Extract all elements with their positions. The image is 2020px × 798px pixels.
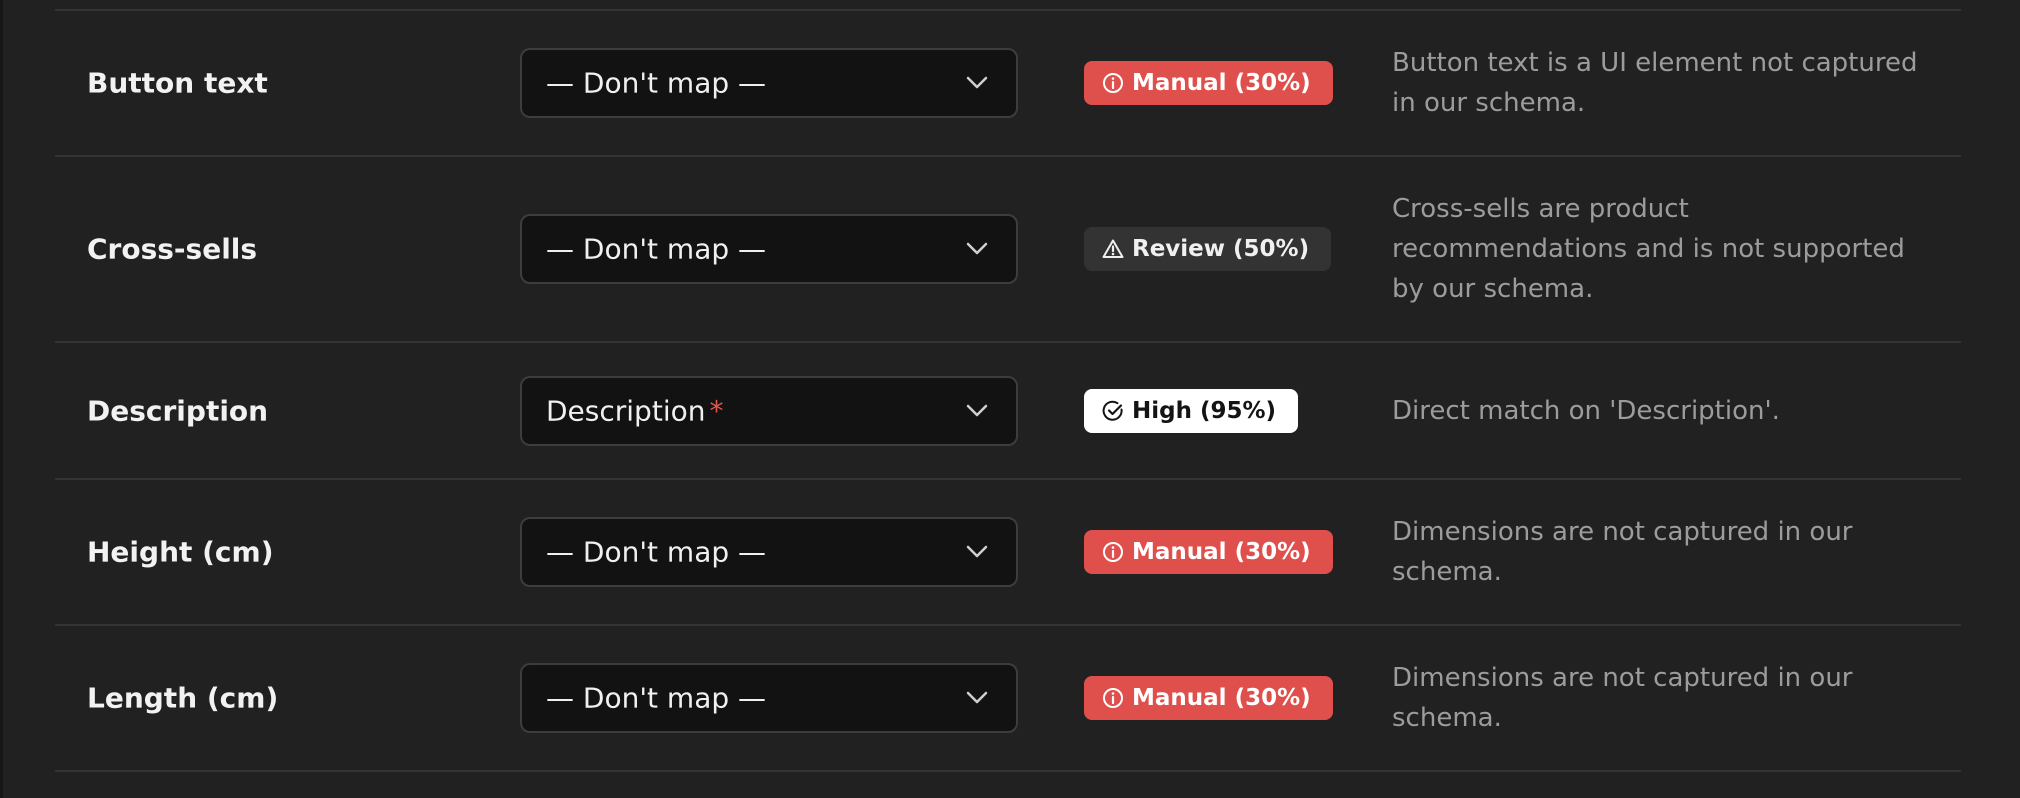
source-field-label: Cross-sells [87,232,258,266]
row-divider [55,770,1961,772]
warning-triangle-icon [1102,239,1124,258]
chevron-down-icon [966,404,988,416]
confidence-badge: Review (50%) [1084,227,1332,271]
table-row: Height (cm) — Don't map — Manual (30%) D… [55,479,1961,625]
mapping-reason: Direct match on 'Description'. [1392,395,1780,426]
table-row: Cross-sells — Don't map — Review (50%) C… [55,156,1961,342]
mapping-select-value: — Don't map — [546,232,767,266]
mapping-select[interactable]: — Don't map — [520,517,1018,587]
source-field-label: Length (cm) [87,681,279,715]
mapping-reason: Dimensions are not captured in our schem… [1392,517,1853,587]
confidence-badge: Manual (30%) [1084,61,1333,105]
required-asterisk: * [709,394,724,427]
confidence-label: Manual (30%) [1132,685,1311,711]
mapping-select-value: — Don't map — [546,66,767,100]
chevron-down-icon [966,545,988,558]
mapping-reason: Cross-sells are product recommendations … [1392,194,1905,304]
source-field-label: Description [87,394,269,427]
confidence-label: Manual (30%) [1132,539,1311,565]
mapping-select[interactable]: — Don't map — [520,214,1018,284]
mapping-select[interactable]: Description * [520,375,1018,446]
chevron-down-icon [966,691,988,704]
mapping-select-value: — Don't map — [546,535,767,569]
confidence-label: High (95%) [1132,397,1277,424]
confidence-label: Manual (30%) [1132,70,1311,96]
mapping-table: Button text — Don't map — Manual (30%) B… [0,0,2020,798]
mapping-reason: Dimensions are not captured in our schem… [1392,663,1853,733]
confidence-badge: High (95%) [1084,388,1299,433]
check-circle-icon [1102,400,1123,421]
info-circle-icon [1103,542,1123,562]
mapping-select-value: Description * [546,394,724,427]
mapping-reason: Button text is a UI element not captured… [1392,48,1918,118]
chevron-down-icon [966,76,988,89]
info-circle-icon [1103,688,1123,708]
chevron-down-icon [966,242,988,255]
table-row: Length (cm) — Don't map — Manual (30%) D… [55,625,1961,771]
confidence-badge: Manual (30%) [1084,676,1333,720]
mapping-select-value: — Don't map — [546,681,767,715]
mapping-select[interactable]: — Don't map — [520,48,1018,118]
table-row: Button text — Don't map — Manual (30%) B… [55,10,1961,156]
source-field-label: Button text [87,66,268,100]
mapping-select[interactable]: — Don't map — [520,663,1018,733]
source-field-label: Height (cm) [87,535,274,569]
confidence-badge: Manual (30%) [1084,530,1333,574]
info-circle-icon [1103,73,1123,93]
confidence-label: Review (50%) [1132,236,1310,262]
table-row: Description Description * High (95%) Dire… [55,342,1961,479]
